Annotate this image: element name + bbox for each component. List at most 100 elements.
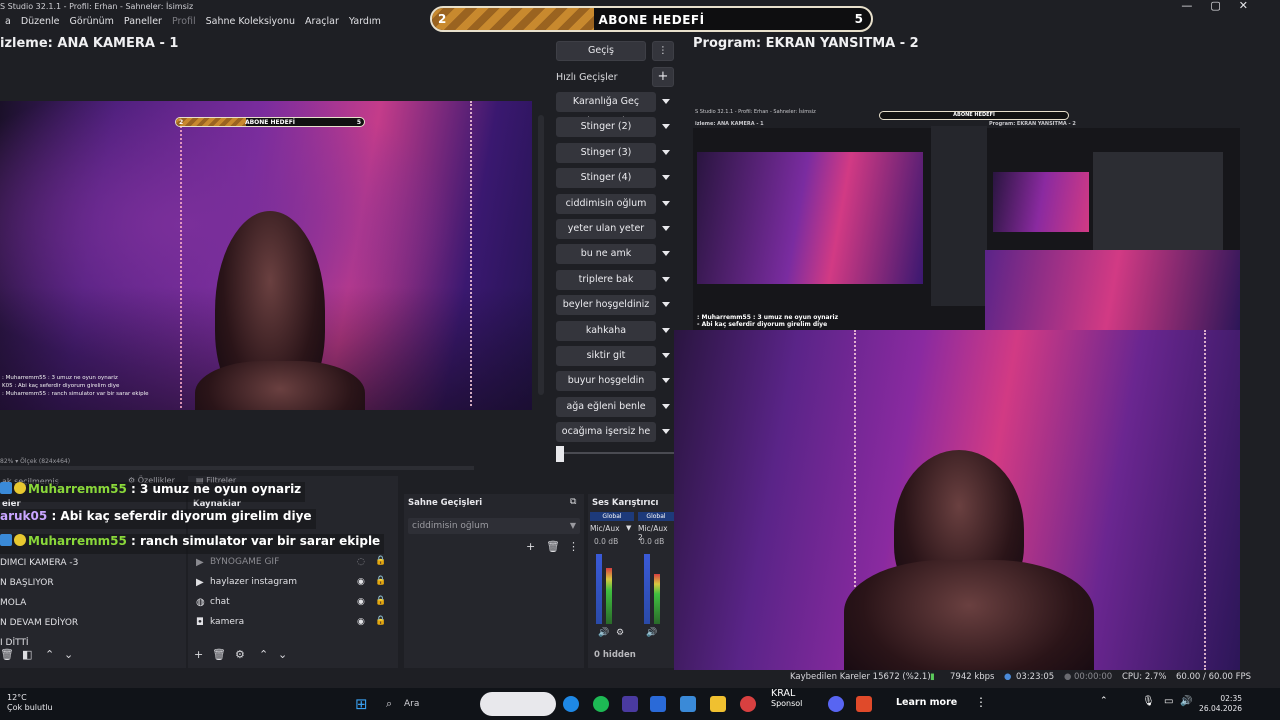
menu-docks[interactable]: Paneller xyxy=(119,16,167,32)
microphone-icon[interactable]: 🎙 xyxy=(1142,696,1155,707)
scene-item[interactable]: N BAŞLIYOR xyxy=(0,578,54,588)
quick-transition-label[interactable]: bu ne amk xyxy=(556,244,656,265)
remove-source-icon[interactable]: 🗑 xyxy=(212,648,226,661)
preview-scrollbar[interactable] xyxy=(538,115,544,395)
menu-file[interactable]: a xyxy=(0,16,16,32)
source-properties-icon[interactable]: ⚙ xyxy=(235,648,245,661)
quick-transition-label[interactable]: ağa eğleni benle xyxy=(556,396,656,417)
quick-transition-label[interactable]: buyur hoşgeldin xyxy=(556,371,656,392)
quick-transition-item[interactable]: beyler hoşgeldiniz xyxy=(556,295,676,316)
quick-transition-item[interactable]: ağa eğleni benle xyxy=(556,396,676,417)
move-up-icon[interactable]: ⌃ xyxy=(259,648,268,661)
app-icon[interactable] xyxy=(680,696,696,712)
weather-widget[interactable]: 12°C Çok bulutlu xyxy=(7,693,53,713)
close-icon[interactable]: ✕ xyxy=(1239,0,1248,12)
speaker-icon[interactable]: 🔊 xyxy=(598,628,609,638)
chevron-down-icon[interactable] xyxy=(662,226,670,231)
quick-transition-item[interactable]: triplere bak xyxy=(556,269,676,290)
add-source-icon[interactable]: + xyxy=(194,648,203,661)
source-item[interactable]: ▶ haylazer instagram ◉ 🔒 xyxy=(196,575,390,593)
add-quick-transition-button[interactable]: + xyxy=(652,67,674,87)
transition-select[interactable]: ciddimisin oğlum ▼ xyxy=(408,518,580,534)
discord-icon[interactable] xyxy=(828,696,844,712)
mixer-settings-icon[interactable]: ⚙ xyxy=(616,628,624,638)
move-down-icon[interactable]: ⌄ xyxy=(278,648,287,661)
quick-transition-label[interactable]: beyler hoşgeldiniz xyxy=(556,295,656,316)
chevron-down-icon[interactable] xyxy=(662,403,670,409)
menu-help[interactable]: Yardım xyxy=(344,16,386,32)
source-item[interactable]: ◍ chat ◉ 🔒 xyxy=(196,595,390,613)
quick-transition-label[interactable]: yeter ulan yeter xyxy=(556,219,656,239)
chevron-down-icon[interactable] xyxy=(662,378,670,384)
minimize-icon[interactable]: — xyxy=(1181,0,1192,12)
quick-transition-label[interactable]: siktir git xyxy=(556,346,656,366)
quick-transition-label[interactable]: Stinger (2) xyxy=(556,117,656,138)
brave-icon[interactable] xyxy=(856,696,872,712)
maximize-icon[interactable]: ▢ xyxy=(1210,0,1220,12)
chevron-down-icon[interactable] xyxy=(662,302,670,308)
system-clock[interactable]: 02:35 26.04.2026 xyxy=(1199,694,1242,714)
horizontal-scrollbar[interactable] xyxy=(0,466,474,470)
source-item[interactable]: ▶ BYNOGAME GIF ◌ 🔒 xyxy=(196,555,390,573)
quick-transition-label[interactable]: ocağıma işersiz he xyxy=(556,422,656,443)
chevron-down-icon[interactable] xyxy=(662,327,670,333)
quick-transition-item[interactable]: ciddimisin oğlum xyxy=(556,193,676,214)
lock-icon[interactable]: 🔒 xyxy=(375,596,386,606)
lock-icon[interactable]: 🔒 xyxy=(375,556,386,566)
lock-icon[interactable]: 🔒 xyxy=(375,576,386,586)
menu-scene-collection[interactable]: Sahne Koleksiyonu xyxy=(201,16,300,32)
scene-item[interactable]: DIMCI KAMERA -3 xyxy=(0,558,78,568)
quick-transition-item[interactable]: yeter ulan yeter xyxy=(556,219,676,239)
quick-transition-label[interactable]: ciddimisin oğlum xyxy=(556,193,656,214)
windows-start-icon[interactable]: ⊞ xyxy=(355,695,368,713)
menu-edit[interactable]: Düzenle xyxy=(16,16,65,32)
chevron-down-icon[interactable] xyxy=(662,429,670,435)
edge-icon[interactable] xyxy=(563,696,579,712)
undock-icon[interactable]: ⧉ xyxy=(570,497,576,507)
quick-transition-label[interactable]: Stinger (3) xyxy=(556,142,656,163)
scene-filter-icon[interactable]: ◧ xyxy=(22,648,32,661)
program-canvas[interactable]: S Studio 32.1.1 - Profil: Erhan - Sahnel… xyxy=(693,108,1240,330)
quick-transition-item[interactable]: Karanlığa Geç (300ms) xyxy=(556,92,676,127)
visibility-eye-icon[interactable]: ◉ xyxy=(357,577,365,587)
chrome-icon[interactable] xyxy=(740,696,756,712)
transition-menu-icon[interactable]: ⋮ xyxy=(568,540,579,553)
tbar-handle[interactable] xyxy=(556,446,564,462)
quick-transition-item[interactable]: Stinger (3) xyxy=(556,142,676,163)
chevron-down-icon[interactable] xyxy=(662,149,670,155)
volume-slider[interactable] xyxy=(644,554,650,624)
hidden-count[interactable]: 0 hidden xyxy=(594,650,636,660)
chevron-down-icon[interactable] xyxy=(662,276,670,282)
add-transition-icon[interactable]: + xyxy=(526,540,535,553)
chevron-down-icon[interactable] xyxy=(662,175,670,181)
remove-scene-icon[interactable]: 🗑 xyxy=(0,648,14,661)
folder-icon[interactable] xyxy=(710,696,726,712)
menu-profile[interactable]: Profil xyxy=(167,16,201,32)
network-icon[interactable]: ▭ xyxy=(1164,696,1173,707)
obs-icon[interactable] xyxy=(622,696,638,712)
preview-canvas[interactable]: ABONE HEDEFİ 2 5 : Muharremm55 : 3 umuz … xyxy=(0,101,532,410)
chevron-down-icon[interactable] xyxy=(662,251,670,257)
transition-button[interactable]: Geçiş xyxy=(556,41,646,61)
quick-transition-item[interactable]: siktir git xyxy=(556,346,676,366)
kral-app[interactable]: KRAL Sponsol xyxy=(771,688,802,708)
move-up-icon[interactable]: ⌃ xyxy=(45,648,54,661)
taskbar-search[interactable]: ⌕ Ara xyxy=(380,695,470,715)
scene-item[interactable]: N DEVAM EDİYOR xyxy=(0,618,78,628)
chevron-down-icon[interactable] xyxy=(662,99,670,104)
chevron-up-icon[interactable]: ⌃ xyxy=(1100,696,1108,706)
visibility-eye-icon[interactable]: ◉ xyxy=(357,597,365,607)
chevron-down-icon[interactable]: ▼ xyxy=(626,524,631,532)
quick-transition-item[interactable]: buyur hoşgeldin xyxy=(556,371,676,392)
more-icon[interactable]: ⋮ xyxy=(652,41,674,61)
chevron-down-icon[interactable] xyxy=(662,353,670,358)
store-icon[interactable] xyxy=(650,696,666,712)
quick-transition-item[interactable]: bu ne amk xyxy=(556,244,676,265)
quick-transition-item[interactable]: kahkaha xyxy=(556,320,676,341)
remove-transition-icon[interactable]: 🗑 xyxy=(546,540,560,553)
scene-item[interactable]: I DİTTİ xyxy=(0,638,29,648)
quick-transition-label[interactable]: triplere bak xyxy=(556,269,656,290)
zoom-scale[interactable]: 82% ▾ Ölçek (824x464) xyxy=(0,458,70,465)
quick-transition-label[interactable]: kahkaha xyxy=(556,320,656,341)
quick-transition-item[interactable]: Stinger (4) xyxy=(556,168,676,189)
